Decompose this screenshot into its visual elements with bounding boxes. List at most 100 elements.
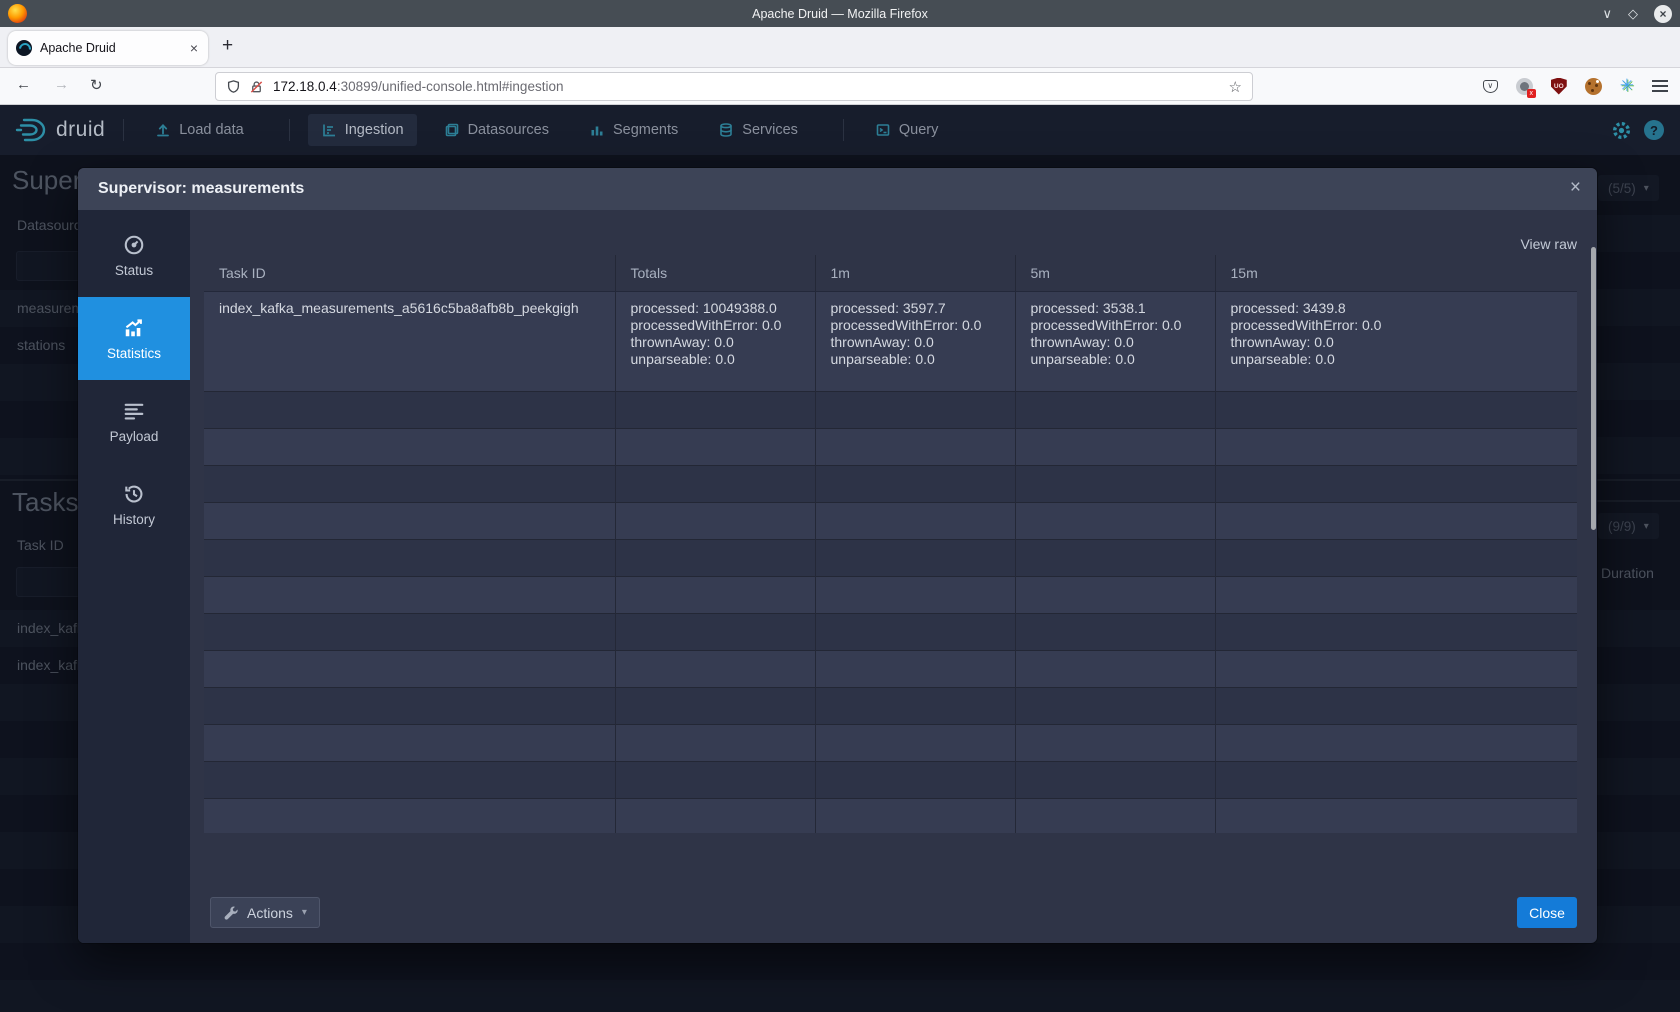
druid-logo[interactable]: druid bbox=[14, 116, 105, 144]
datasources-icon bbox=[444, 122, 460, 138]
table-row-empty bbox=[204, 539, 1577, 576]
table-row-empty bbox=[204, 576, 1577, 613]
col-totals[interactable]: Totals bbox=[615, 255, 815, 291]
bookmark-star-icon[interactable]: ☆ bbox=[1229, 78, 1242, 96]
nav-separator bbox=[289, 119, 290, 141]
nav-query[interactable]: Query bbox=[862, 114, 952, 146]
nav-datasources[interactable]: Datasources bbox=[431, 114, 562, 146]
table-row-empty bbox=[204, 761, 1577, 798]
tab-label: Status bbox=[115, 263, 153, 278]
tab-label: History bbox=[113, 512, 155, 527]
ingestion-icon bbox=[321, 122, 337, 138]
window-maximize-icon[interactable]: ◇ bbox=[1628, 7, 1638, 20]
asterisk-extension-icon[interactable]: ✳ bbox=[1620, 76, 1634, 96]
url-text: 172.18.0.4:30899/unified-console.html#in… bbox=[273, 79, 1229, 94]
tab-title: Apache Druid bbox=[40, 41, 188, 55]
nav-item-label: Services bbox=[742, 122, 798, 138]
extension-icon[interactable]: x bbox=[1516, 78, 1533, 95]
tab-close-icon[interactable]: × bbox=[188, 40, 200, 56]
nav-load-data[interactable]: Load data bbox=[142, 114, 257, 146]
nav-item-label: Ingestion bbox=[345, 122, 404, 138]
gear-icon[interactable] bbox=[1611, 120, 1632, 141]
statistics-table: Task ID Totals 1m 5m 15m index_kafka_mea… bbox=[204, 255, 1577, 833]
nav-item-label: Query bbox=[899, 122, 939, 138]
url-bar[interactable]: 172.18.0.4:30899/unified-console.html#in… bbox=[215, 72, 1253, 101]
supervisor-dialog: Supervisor: measurements × Status bbox=[78, 168, 1597, 943]
table-row-empty bbox=[204, 465, 1577, 502]
tab-label: Statistics bbox=[107, 346, 161, 361]
console-page: Supervisors Datasource measurements stat… bbox=[0, 155, 1680, 1012]
tracking-shield-icon[interactable] bbox=[226, 79, 241, 95]
tab-payload[interactable]: Payload bbox=[78, 380, 190, 463]
druid-swirl-icon bbox=[14, 116, 50, 144]
nav-item-label: Datasources bbox=[468, 122, 549, 138]
nav-separator bbox=[123, 119, 124, 141]
dialog-content: View raw Task ID Totals 1m 5m 15m bbox=[190, 210, 1597, 943]
actions-button[interactable]: Actions ▾ bbox=[210, 897, 320, 928]
table-row-empty bbox=[204, 724, 1577, 761]
browser-tab[interactable]: Apache Druid × bbox=[8, 31, 208, 65]
ublock-shield-icon[interactable]: UO bbox=[1551, 78, 1567, 95]
tab-label: Payload bbox=[110, 429, 159, 444]
reload-button[interactable]: ↻ bbox=[90, 76, 103, 94]
services-icon bbox=[718, 122, 734, 138]
cell-totals: processed: 10049388.0processedWithError:… bbox=[615, 291, 815, 391]
cell-5m: processed: 3538.1processedWithError: 0.0… bbox=[1015, 291, 1215, 391]
table-row[interactable]: index_kafka_measurements_a5616c5ba8afb8b… bbox=[204, 291, 1577, 391]
browser-toolbar: ← → ↻ 172.18.0.4:30899/unified-console.h… bbox=[0, 68, 1680, 105]
window-title: Apache Druid — Mozilla Firefox bbox=[0, 7, 1680, 21]
col-task-id[interactable]: Task ID bbox=[204, 255, 615, 291]
table-row-empty bbox=[204, 613, 1577, 650]
new-tab-button[interactable]: + bbox=[222, 35, 233, 57]
col-5m[interactable]: 5m bbox=[1015, 255, 1215, 291]
align-left-icon bbox=[123, 400, 145, 422]
window-minimize-icon[interactable]: ∨ bbox=[1602, 7, 1612, 20]
actions-label: Actions bbox=[247, 905, 293, 921]
pocket-icon[interactable]: ∨ bbox=[1483, 80, 1498, 93]
cookie-extension-icon[interactable] bbox=[1585, 78, 1602, 95]
nav-ingestion[interactable]: Ingestion bbox=[308, 114, 417, 146]
dialog-close-icon[interactable]: × bbox=[1570, 177, 1581, 199]
chart-trend-icon bbox=[123, 317, 145, 339]
tab-status[interactable]: Status bbox=[78, 214, 190, 297]
nav-item-label: Load data bbox=[179, 122, 244, 138]
table-row-empty bbox=[204, 428, 1577, 465]
tab-bar: Apache Druid × + bbox=[0, 27, 1680, 68]
nav-separator bbox=[843, 119, 844, 141]
table-row-empty bbox=[204, 502, 1577, 539]
view-raw-link[interactable]: View raw bbox=[1520, 236, 1577, 252]
extension-badge: x bbox=[1527, 89, 1536, 98]
window-close-icon[interactable]: × bbox=[1654, 5, 1672, 23]
dialog-footer: Actions ▾ Close bbox=[190, 897, 1597, 929]
close-button[interactable]: Close bbox=[1517, 897, 1577, 928]
tab-statistics[interactable]: Statistics bbox=[78, 297, 190, 380]
tab-history[interactable]: History bbox=[78, 463, 190, 546]
druid-header: druid Load data Ingestion Datasources Se… bbox=[0, 105, 1680, 155]
cell-task-id: index_kafka_measurements_a5616c5ba8afb8b… bbox=[204, 291, 615, 391]
back-button[interactable]: ← bbox=[16, 76, 31, 93]
window-titlebar: Apache Druid — Mozilla Firefox ∨ ◇ × bbox=[0, 0, 1680, 27]
dialog-side-nav: Status Statistics Payl bbox=[78, 210, 190, 943]
nav-services[interactable]: Services bbox=[705, 114, 811, 146]
cell-1m: processed: 3597.7processedWithError: 0.0… bbox=[815, 291, 1015, 391]
segments-icon bbox=[589, 122, 605, 138]
insecure-lock-icon[interactable] bbox=[249, 79, 264, 95]
chevron-down-icon: ▾ bbox=[302, 907, 307, 918]
forward-button[interactable]: → bbox=[54, 76, 69, 93]
dialog-title: Supervisor: measurements bbox=[98, 180, 304, 198]
url-host: 172.18.0.4 bbox=[273, 79, 337, 94]
wrench-icon bbox=[223, 905, 238, 920]
stats-table-body: index_kafka_measurements_a5616c5ba8afb8b… bbox=[204, 291, 1577, 833]
druid-wordmark: druid bbox=[56, 118, 105, 142]
upload-icon bbox=[155, 122, 171, 138]
menu-hamburger-icon[interactable] bbox=[1652, 80, 1668, 92]
col-1m[interactable]: 1m bbox=[815, 255, 1015, 291]
nav-segments[interactable]: Segments bbox=[576, 114, 691, 146]
table-scrollbar[interactable] bbox=[1591, 247, 1596, 530]
table-header-row: Task ID Totals 1m 5m 15m bbox=[204, 255, 1577, 291]
table-row-empty bbox=[204, 798, 1577, 833]
nav-item-label: Segments bbox=[613, 122, 678, 138]
help-icon[interactable]: ? bbox=[1644, 120, 1664, 140]
gauge-icon bbox=[123, 234, 145, 256]
col-15m[interactable]: 15m bbox=[1215, 255, 1577, 291]
